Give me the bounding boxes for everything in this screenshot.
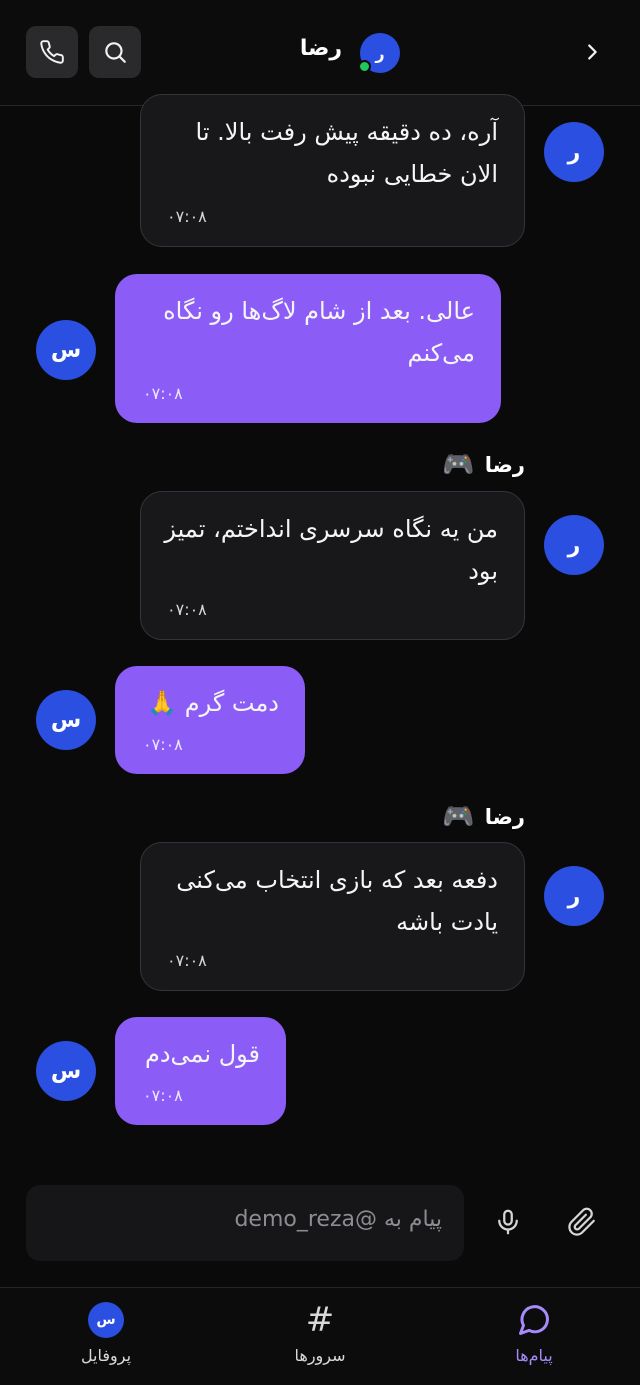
message-text: من یه نگاه سرسری انداختم، تمیز بود bbox=[164, 515, 498, 585]
search-button[interactable] bbox=[89, 26, 141, 78]
attach-button[interactable] bbox=[564, 1204, 600, 1240]
message-time: ۰۷:۰۸ bbox=[167, 207, 207, 226]
bottom-navigation: س پروفایل # سرورها پیام‌ها bbox=[0, 1287, 640, 1385]
avatar[interactable]: ر bbox=[544, 122, 604, 182]
chat-bubble-icon bbox=[519, 1305, 549, 1335]
message-input[interactable]: پیام به @demo_reza bbox=[26, 1185, 464, 1261]
message-bubble[interactable]: قول نمی‌دم ۰۷:۰۸ bbox=[115, 1017, 286, 1125]
message-text: دمت گرم 🙏 bbox=[147, 689, 279, 717]
message-time: ۰۷:۰۸ bbox=[167, 600, 207, 619]
message-bubble[interactable]: عالی. بعد از شام لاگ‌ها رو نگاه می‌کنم ۰… bbox=[115, 274, 501, 423]
back-button[interactable] bbox=[580, 40, 604, 64]
avatar[interactable]: ر bbox=[544, 515, 604, 575]
message-text: دفعه بعد که بازی انتخاب می‌کنی یادت باشه bbox=[176, 866, 498, 936]
nav-item-profile[interactable]: س پروفایل bbox=[36, 1302, 176, 1376]
call-button[interactable] bbox=[26, 26, 78, 78]
message-time: ۰۷:۰۸ bbox=[143, 735, 183, 754]
sender-name: رضا 🎮 bbox=[442, 804, 525, 830]
message-text: قول نمی‌دم bbox=[144, 1040, 260, 1068]
search-icon bbox=[105, 42, 126, 63]
nav-item-servers[interactable]: # سرورها bbox=[250, 1302, 390, 1376]
avatar: س bbox=[88, 1302, 124, 1338]
nav-label: پروفایل bbox=[80, 1346, 132, 1365]
chat-title: رضا bbox=[299, 36, 342, 61]
avatar[interactable]: س bbox=[36, 1041, 96, 1101]
message-time: ۰۷:۰۸ bbox=[143, 1086, 183, 1105]
microphone-icon bbox=[498, 1209, 518, 1235]
sender-label: رضا bbox=[484, 805, 525, 829]
message-bubble[interactable]: من یه نگاه سرسری انداختم، تمیز بود ۰۷:۰۸ bbox=[140, 491, 525, 640]
sender-name: رضا 🎮 bbox=[442, 452, 525, 478]
avatar[interactable]: ر bbox=[544, 866, 604, 926]
message-bubble[interactable]: دمت گرم 🙏 ۰۷:۰۸ bbox=[115, 666, 305, 774]
chat-header: رضا ر bbox=[0, 0, 640, 106]
message-text: عالی. بعد از شام لاگ‌ها رو نگاه می‌کنم bbox=[163, 297, 475, 367]
message-bubble[interactable]: دفعه بعد که بازی انتخاب می‌کنی یادت باشه… bbox=[140, 842, 525, 991]
avatar[interactable]: س bbox=[36, 320, 96, 380]
online-status-dot bbox=[358, 60, 371, 73]
message-input-placeholder: پیام به @demo_reza bbox=[234, 1207, 442, 1232]
phone-icon bbox=[40, 40, 64, 64]
message-time: ۰۷:۰۸ bbox=[143, 384, 183, 403]
nav-item-messages[interactable]: پیام‌ها bbox=[464, 1302, 604, 1376]
message-time: ۰۷:۰۸ bbox=[167, 951, 207, 970]
message-text: آره، ده دقیقه پیش رفت بالا. تا الان خطای… bbox=[195, 118, 498, 188]
sender-label: رضا bbox=[484, 453, 525, 477]
paperclip-icon bbox=[568, 1207, 595, 1236]
avatar[interactable]: س bbox=[36, 690, 96, 750]
nav-label: سرورها bbox=[294, 1346, 346, 1365]
chevron-right-icon bbox=[588, 44, 597, 60]
message-bubble[interactable]: آره، ده دقیقه پیش رفت بالا. تا الان خطای… bbox=[140, 94, 525, 247]
nav-label: پیام‌ها bbox=[515, 1346, 553, 1365]
voice-message-button[interactable] bbox=[490, 1204, 526, 1240]
gamepad-icon: 🎮 bbox=[442, 450, 475, 480]
gamepad-icon: 🎮 bbox=[442, 802, 475, 832]
hash-icon: # bbox=[305, 1300, 335, 1340]
